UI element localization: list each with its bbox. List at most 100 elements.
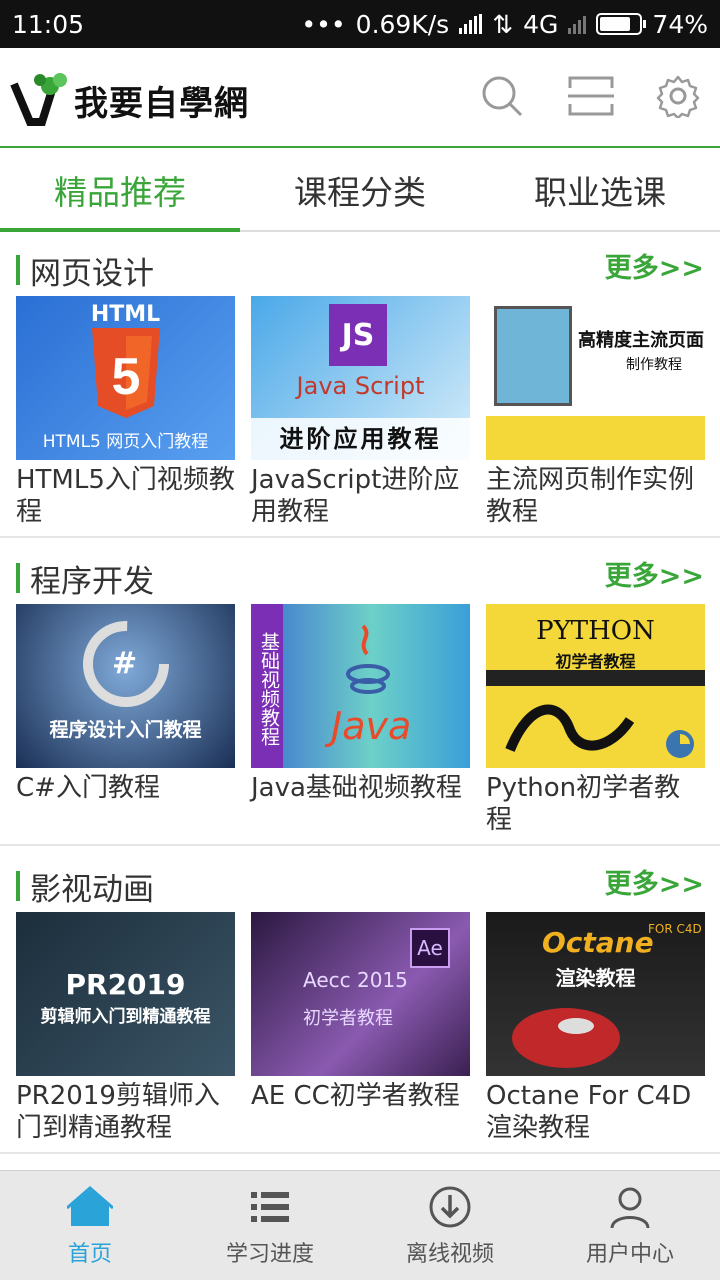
- settings-gear-icon[interactable]: [656, 74, 700, 120]
- section-video-animation: 影视动画 更多>> PR2019 剪辑师入门到精通教程 PR2019剪辑师入门到…: [0, 848, 720, 1154]
- battery-level: 74%: [652, 9, 708, 39]
- js-badge: JS: [329, 304, 387, 366]
- course-card[interactable]: # 程序设计入门教程 C#入门教程: [16, 604, 235, 804]
- thumb-heading: Java Script: [296, 372, 425, 400]
- tab-categories[interactable]: 课程分类: [240, 150, 480, 230]
- nav-label: 首页: [67, 1241, 112, 1267]
- course-title: PR2019剪辑师入门到精通教程: [16, 1081, 220, 1143]
- signal-2-icon: [568, 14, 587, 34]
- course-card[interactable]: Ae Aecc 2015 初学者教程 AE CC初学者教程: [251, 912, 470, 1112]
- more-dots-icon: •••: [301, 9, 346, 39]
- section-header: 网页设计: [16, 250, 154, 292]
- course-title: Python初学者教程: [486, 773, 681, 835]
- bottom-nav: 首页 学习进度 离线视频 用户中心: [0, 1170, 720, 1280]
- html5-shield-icon: 5: [92, 328, 160, 418]
- user-icon: [610, 1187, 650, 1228]
- thumb-heading: Octane: [542, 926, 654, 959]
- thumb-caption: 程序设计入门教程: [49, 719, 202, 741]
- thumb-heading: Aecc 2015: [303, 968, 408, 992]
- thumb-heading: PYTHON: [536, 616, 655, 646]
- python-logo-icon: [666, 730, 694, 758]
- list-icon: [251, 1191, 289, 1222]
- nav-user[interactable]: 用户中心: [540, 1171, 720, 1280]
- section-accent-bar: [16, 255, 20, 285]
- tab-featured[interactable]: 精品推荐: [0, 150, 240, 232]
- thumb-caption: 初学者教程: [303, 1008, 393, 1029]
- thumb-caption: 渲染教程: [555, 966, 636, 990]
- battery-icon: [596, 13, 647, 35]
- nav-label: 用户中心: [585, 1241, 674, 1267]
- course-thumbnail: PR2019 剪辑师入门到精通教程: [16, 912, 235, 1076]
- section-programming: 程序开发 更多>> # 程序设计入门教程 C#入门教程 基础视频教程 Java …: [0, 540, 720, 846]
- snake-illustration-icon: [505, 704, 635, 752]
- course-title: C#入门教程: [16, 773, 160, 803]
- course-thumbnail: # 程序设计入门教程: [16, 604, 235, 768]
- nav-home[interactable]: 首页: [0, 1171, 180, 1280]
- search-icon[interactable]: [480, 74, 524, 118]
- signal-icon: [459, 14, 483, 34]
- thumb-heading: 高精度主流页面: [578, 330, 704, 351]
- course-card[interactable]: JS Java Script 进阶应用教程 JavaScript进阶应用教程: [251, 296, 470, 528]
- course-thumbnail: PYTHON 初学者教程: [486, 604, 705, 768]
- thumb-caption: 进阶应用教程: [251, 418, 470, 460]
- status-time: 11:05: [12, 9, 85, 39]
- thumb-heading: PR2019: [65, 968, 186, 1001]
- section-web-design: 网页设计 更多>> HTML 5 HTML5 网页入门教程 HTML5入门视频教…: [0, 232, 720, 538]
- course-thumbnail: Ae Aecc 2015 初学者教程: [251, 912, 470, 1076]
- logo-v-icon: [10, 70, 70, 130]
- thumb-caption: 初学者教程: [555, 652, 636, 671]
- network-type: 4G: [523, 9, 559, 39]
- course-card[interactable]: HTML 5 HTML5 网页入门教程 HTML5入门视频教程: [16, 296, 235, 528]
- thumb-heading: HTML: [90, 302, 161, 327]
- more-link[interactable]: 更多>>: [605, 554, 704, 593]
- mouse-illustration-icon: [512, 1008, 620, 1068]
- course-title: 主流网页制作实例教程: [486, 465, 695, 527]
- top-tabs: 精品推荐 课程分类 职业选课: [0, 150, 720, 232]
- more-link[interactable]: 更多>>: [605, 862, 704, 901]
- course-title: HTML5入门视频教程: [16, 465, 235, 527]
- course-title: AE CC初学者教程: [251, 1081, 460, 1111]
- java-cup-icon: [346, 624, 390, 694]
- thumb-heading: Java: [331, 704, 412, 748]
- course-card[interactable]: PYTHON 初学者教程 Python初学者教程: [486, 604, 705, 836]
- status-bar: 11:05 ••• 0.69K/s ⇅ 4G 74%: [0, 0, 720, 48]
- app-logo: 我要自學網: [10, 70, 285, 130]
- course-thumbnail: 基础视频教程 Java: [251, 604, 470, 768]
- app-header: 我要自學網: [0, 48, 720, 148]
- nav-label: 学习进度: [225, 1241, 314, 1267]
- thumb-caption: HTML5 网页入门教程: [42, 432, 209, 452]
- thumb-caption: 剪辑师入门到精通教程: [40, 1007, 211, 1027]
- thumb-caption: 制作教程: [626, 357, 682, 373]
- course-card[interactable]: Octane FOR C4D 渲染教程 Octane For C4D渲染教程: [486, 912, 705, 1144]
- section-title: 程序开发: [30, 563, 154, 600]
- course-thumbnail: HTML 5 HTML5 网页入门教程: [16, 296, 235, 460]
- section-accent-bar: [16, 871, 20, 901]
- nav-offline[interactable]: 离线视频: [360, 1171, 540, 1280]
- nav-progress[interactable]: 学习进度: [180, 1171, 360, 1280]
- tab-career[interactable]: 职业选课: [480, 150, 720, 230]
- course-card[interactable]: 高精度主流页面 制作教程 主流网页制作实例教程: [486, 296, 705, 528]
- section-title: 影视动画: [30, 871, 154, 908]
- course-title: Octane For C4D渲染教程: [486, 1081, 692, 1143]
- logo-text: 我要自學網: [74, 83, 249, 124]
- course-card[interactable]: PR2019 剪辑师入门到精通教程 PR2019剪辑师入门到精通教程: [16, 912, 235, 1144]
- thumb-tag: FOR C4D: [648, 922, 702, 936]
- course-thumbnail: 高精度主流页面 制作教程: [486, 296, 705, 460]
- download-icon: [429, 1186, 471, 1227]
- more-link[interactable]: 更多>>: [605, 246, 704, 285]
- course-thumbnail: Octane FOR C4D 渲染教程: [486, 912, 705, 1076]
- section-header: 程序开发: [16, 558, 154, 600]
- ae-badge: Ae: [410, 928, 450, 968]
- thumb-side-label: 基础视频教程: [251, 604, 283, 768]
- network-speed: 0.69K/s: [355, 9, 450, 39]
- course-title: JavaScript进阶应用教程: [251, 465, 460, 527]
- data-arrows-icon: ⇅: [492, 9, 514, 39]
- section-title: 网页设计: [30, 255, 154, 292]
- course-card[interactable]: 基础视频教程 Java Java 基础视频教程: [251, 604, 470, 804]
- course-thumbnail: JS Java Script 进阶应用教程: [251, 296, 470, 460]
- thumb-heading: #: [112, 646, 138, 681]
- home-icon: [67, 1185, 113, 1226]
- scan-icon[interactable]: [566, 74, 616, 118]
- section-accent-bar: [16, 563, 20, 593]
- svg-text:5: 5: [112, 348, 141, 406]
